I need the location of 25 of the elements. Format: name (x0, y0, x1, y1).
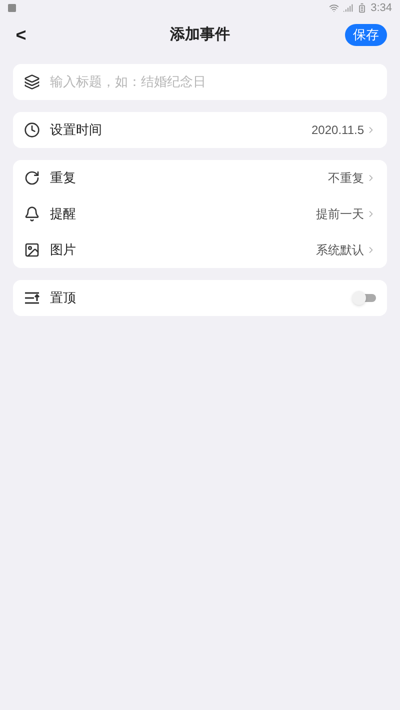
save-button[interactable]: 保存 (345, 24, 387, 46)
row-label: 设置时间 (50, 121, 102, 140)
title-input[interactable]: 输入标题，如：结婚纪念日 (50, 72, 376, 92)
pin-top-icon (24, 290, 40, 306)
row-value[interactable]: 2020.11.5 (312, 121, 364, 139)
image-icon (24, 242, 40, 258)
battery-icon (356, 3, 367, 13)
wifi-icon (328, 3, 339, 13)
clock-time: 3:34 (370, 0, 392, 16)
notification-icon (8, 4, 16, 12)
title-input-field[interactable]: 输入标题，如：结婚纪念日 (13, 64, 387, 100)
row-value[interactable]: 不重复 (328, 169, 364, 187)
row-value[interactable]: 系统默认 (316, 241, 364, 259)
row-label: 提醒 (50, 205, 76, 224)
row-label: 重复 (50, 169, 76, 188)
row-label: 图片 (50, 241, 76, 260)
signal-icon (342, 3, 353, 13)
bell-icon (24, 206, 40, 222)
row-value[interactable]: 提前一天 (316, 205, 364, 223)
layers-icon (24, 74, 40, 90)
row-label: 置顶 (50, 289, 76, 308)
page-title: 添加事件 (170, 24, 230, 45)
clock-icon (24, 122, 40, 138)
repeat-icon (24, 170, 40, 186)
back-button[interactable]: < (13, 21, 29, 49)
